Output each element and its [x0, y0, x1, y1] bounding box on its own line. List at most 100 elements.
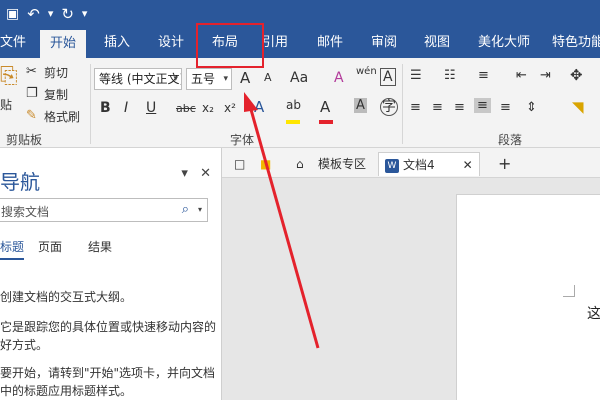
- copy-button[interactable]: 复制: [44, 86, 68, 103]
- nav-help-text: 它是跟踪您的具体位置或快速移动内容的: [0, 320, 217, 334]
- ribbon-separator: [402, 64, 403, 144]
- enclose-char-button[interactable]: 字: [380, 98, 398, 116]
- save-icon[interactable]: ▣: [6, 0, 19, 28]
- nav-help-text: 创建文档的交互式大纲。: [0, 290, 133, 304]
- underline-button[interactable]: U: [146, 100, 156, 116]
- shrink-font-button[interactable]: A: [264, 71, 272, 84]
- shading-fill-icon[interactable]: ◥: [572, 98, 584, 116]
- chevron-down-icon: ▾: [173, 74, 178, 84]
- close-icon[interactable]: ✕: [200, 166, 211, 181]
- tab-special-features[interactable]: 特色功能: [552, 28, 600, 58]
- decrease-indent-icon[interactable]: ⇤: [516, 68, 527, 83]
- phonetic-guide-button[interactable]: wén: [356, 66, 377, 77]
- highlight-box: [196, 23, 264, 68]
- close-tab-icon[interactable]: ✕: [463, 158, 473, 172]
- nav-title: 导航: [0, 170, 40, 194]
- undo-dropdown-icon[interactable]: ▾: [48, 0, 54, 28]
- change-case-button[interactable]: Aa: [290, 70, 308, 86]
- customize-qat-icon[interactable]: ▾: [82, 0, 88, 28]
- font-name-select[interactable]: 等线 (中文正文) ▾: [94, 68, 182, 90]
- undo-icon[interactable]: ↶: [27, 0, 40, 28]
- tab-home[interactable]: 开始: [40, 30, 87, 58]
- align-right-icon[interactable]: ≡: [454, 100, 465, 115]
- home-icon[interactable]: ⌂: [296, 152, 304, 176]
- nav-tab-results[interactable]: 结果: [88, 238, 112, 255]
- margin-marker: [563, 285, 575, 297]
- quick-access-toolbar: ▣ ↶ ▾ ↻ ▾: [0, 0, 87, 28]
- chinese-layout-icon[interactable]: ✥: [570, 66, 583, 84]
- paste-icon[interactable]: ⎘: [0, 64, 18, 89]
- nav-search-placeholder: 搜索文档: [1, 205, 50, 219]
- nav-tabs: 标题 页面 结果: [0, 238, 220, 262]
- redo-icon[interactable]: ↻: [61, 0, 74, 28]
- chevron-down-icon: ▾: [223, 74, 228, 84]
- font-name-value: 等线 (中文正文): [99, 72, 182, 86]
- chevron-down-icon[interactable]: ▾: [198, 205, 202, 214]
- format-painter-button[interactable]: 格式刷: [44, 108, 80, 125]
- tab-review[interactable]: 审阅: [371, 28, 397, 58]
- align-center-icon[interactable]: ≡: [432, 100, 443, 115]
- nav-help-text: 中的标题应用标题样式。: [0, 384, 133, 398]
- superscript-button[interactable]: x²: [224, 101, 236, 115]
- ribbon-separator: [90, 64, 91, 144]
- text-effect-button[interactable]: A: [254, 98, 264, 116]
- tab-template-zone[interactable]: 模板专区: [318, 152, 366, 176]
- format-painter-icon[interactable]: ✎: [26, 108, 37, 123]
- cut-icon[interactable]: ✂: [26, 64, 37, 79]
- distributed-icon[interactable]: ≡: [500, 100, 511, 115]
- ribbon-tabs: 文件 开始 插入 设计 布局 引用 邮件 审阅 视图 美化大师 特色功能: [0, 28, 600, 58]
- tab-document[interactable]: W 文档4 ✕: [378, 152, 480, 176]
- nav-controls: ▾ ✕: [181, 166, 211, 181]
- italic-button[interactable]: I: [124, 100, 128, 116]
- bullets-icon[interactable]: ☰: [410, 68, 422, 83]
- font-size-select[interactable]: 五号 ▾: [186, 68, 232, 90]
- document-tab-bar: □ ■ ⌂ 模板专区 W 文档4 ✕ +: [222, 148, 600, 178]
- strikethrough-button[interactable]: abc: [176, 102, 196, 115]
- shading-button[interactable]: A: [354, 98, 367, 113]
- ribbon: ⎘ 贴 ✂ 剪切 ❐ 复制 ✎ 格式刷 剪贴板 等线 (中文正文) ▾ 五号 ▾…: [0, 58, 600, 148]
- paste-button[interactable]: 贴: [0, 96, 12, 113]
- nav-options-icon[interactable]: ▾: [181, 166, 188, 181]
- navigation-pane: 导航 ▾ ✕ 搜索文档 ⌕ ▾ 标题 页面 结果 创建文档的交互式大纲。 它是跟…: [0, 148, 222, 400]
- title-bar: ▣ ↶ ▾ ↻ ▾ 文件 开始 插入 设计 布局 引用 邮件 审阅 视图 美化大…: [0, 0, 600, 58]
- highlight-button[interactable]: ab: [286, 98, 301, 112]
- font-color-button[interactable]: A: [320, 98, 330, 116]
- character-border-button[interactable]: A: [380, 68, 396, 86]
- tab-design[interactable]: 设计: [158, 28, 184, 58]
- highlight-color-bar: [286, 120, 300, 124]
- paragraph-group-label: 段落: [498, 133, 523, 147]
- bold-button[interactable]: B: [100, 100, 111, 116]
- font-group-label: 字体: [230, 133, 255, 147]
- multilevel-list-icon[interactable]: ≡: [478, 68, 489, 83]
- subscript-button[interactable]: x₂: [202, 101, 214, 115]
- nav-tab-pages[interactable]: 页面: [38, 238, 62, 255]
- nav-search-input[interactable]: 搜索文档 ⌕ ▾: [0, 198, 208, 222]
- word-doc-icon: W: [385, 158, 399, 173]
- add-tab-button[interactable]: +: [498, 152, 511, 176]
- line-spacing-icon[interactable]: ⇕: [526, 100, 537, 115]
- tab-view[interactable]: 视图: [424, 28, 450, 58]
- page-text: 这: [587, 306, 600, 322]
- align-left-icon[interactable]: ≡: [410, 100, 421, 115]
- document-area: 这: [222, 178, 600, 400]
- copy-icon[interactable]: ❐: [26, 86, 38, 101]
- tab-references[interactable]: 引用: [262, 28, 288, 58]
- grow-font-button[interactable]: A: [240, 69, 250, 87]
- nav-help-text: 好方式。: [0, 338, 49, 352]
- numbering-icon[interactable]: ☷: [444, 68, 456, 83]
- document-page[interactable]: 这: [456, 194, 600, 400]
- new-document-icon[interactable]: □: [234, 152, 245, 176]
- justify-icon[interactable]: ≡: [474, 98, 491, 113]
- tab-insert[interactable]: 插入: [104, 28, 130, 58]
- clear-format-button[interactable]: A: [334, 70, 344, 86]
- tab-file[interactable]: 文件: [0, 28, 26, 58]
- tab-beautify-master[interactable]: 美化大师: [478, 28, 530, 58]
- cut-button[interactable]: 剪切: [44, 64, 68, 81]
- search-icon[interactable]: ⌕: [182, 202, 189, 217]
- clipboard-group-label: 剪贴板: [6, 133, 43, 147]
- tab-mailings[interactable]: 邮件: [317, 28, 343, 58]
- nav-tab-headings[interactable]: 标题: [0, 238, 25, 260]
- document-tab-label: 文档4: [403, 158, 435, 172]
- folder-icon[interactable]: ■: [260, 152, 271, 176]
- increase-indent-icon[interactable]: ⇥: [540, 68, 551, 83]
